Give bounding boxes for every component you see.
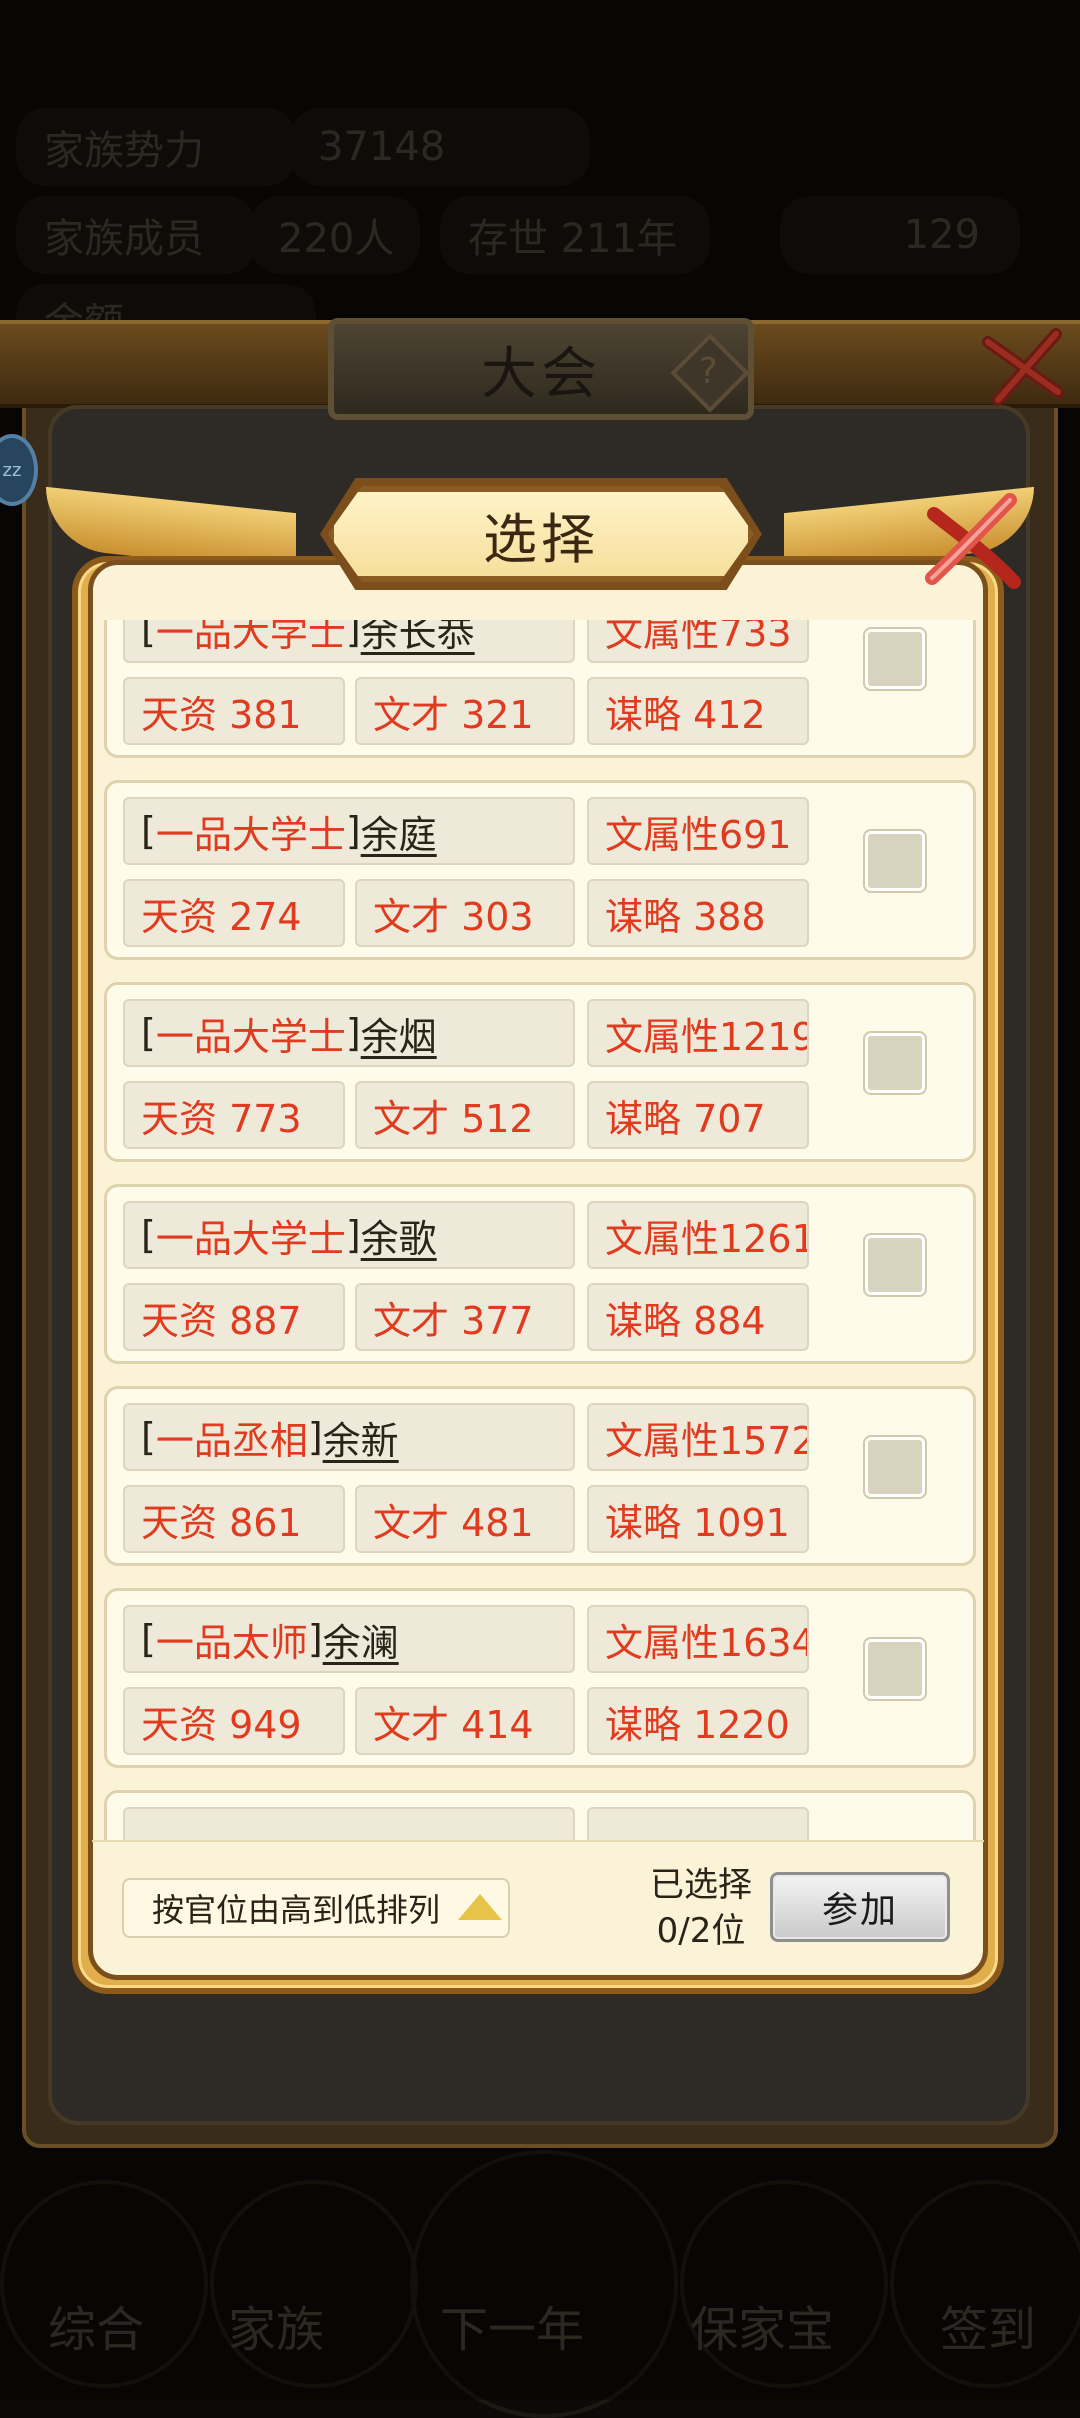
candidate-title: [一品丞相] 余新 bbox=[123, 1403, 575, 1471]
stat-literary: 文才 481 bbox=[355, 1485, 575, 1553]
stat-talent: 天资 887 bbox=[123, 1283, 345, 1351]
stat-talent: 天资 949 bbox=[123, 1687, 345, 1755]
dialog-title: 选择 bbox=[483, 507, 599, 571]
candidate-title: [一品大学士] 余烟 bbox=[123, 999, 575, 1067]
person-name-link[interactable]: 余烟 bbox=[361, 1006, 437, 1061]
literary-attribute: 文属性1219 bbox=[587, 999, 809, 1067]
stat-strategy: 谋略 412 bbox=[587, 677, 809, 745]
assembly-title: 大会 bbox=[481, 341, 601, 407]
person-name-link[interactable]: 余澜 bbox=[323, 1612, 399, 1667]
stat-talent: 天资 274 bbox=[123, 879, 345, 947]
stat-talent: 天资 381 bbox=[123, 677, 345, 745]
stat-strategy: 谋略 1091 bbox=[587, 1485, 809, 1553]
candidate-list[interactable]: [一品大学士] 余长恭 文属性733 天资 381 文才 321 谋略 412 [… bbox=[104, 620, 978, 1842]
candidate-card[interactable]: [一品大学士] 余烟 文属性1219 天资 773 文才 512 谋略 707 bbox=[104, 982, 976, 1162]
join-button[interactable]: 参加 bbox=[770, 1872, 950, 1942]
candidate-card[interactable]: [一品大学士] 余庭 文属性691 天资 274 文才 303 谋略 388 bbox=[104, 780, 976, 960]
select-checkbox[interactable] bbox=[865, 629, 925, 689]
literary-attribute: 文属性1572 bbox=[587, 1403, 809, 1471]
literary-attribute bbox=[587, 1807, 809, 1842]
selected-count-info: 已选择 0/2位 bbox=[636, 1862, 766, 1954]
candidate-card[interactable] bbox=[104, 1790, 976, 1842]
rank-label: 一品丞相 bbox=[155, 1418, 308, 1463]
stat-literary: 文才 414 bbox=[355, 1687, 575, 1755]
select-checkbox[interactable] bbox=[865, 1235, 925, 1295]
stat-literary: 文才 512 bbox=[355, 1081, 575, 1149]
candidate-card[interactable]: [一品太师] 余澜 文属性1634 天资 949 文才 414 谋略 1220 bbox=[104, 1588, 976, 1768]
candidate-title: [一品太师] 余澜 bbox=[123, 1605, 575, 1673]
sort-dropdown[interactable]: 按官位由高到低排列 bbox=[122, 1878, 510, 1938]
stat-strategy: 谋略 388 bbox=[587, 879, 809, 947]
select-checkbox[interactable] bbox=[865, 1639, 925, 1699]
stat-literary: 文才 377 bbox=[355, 1283, 575, 1351]
rank-label: 一品太师 bbox=[155, 1620, 308, 1665]
person-name-link[interactable]: 余长恭 bbox=[361, 620, 475, 657]
person-name-link[interactable]: 余新 bbox=[323, 1410, 399, 1465]
assembly-close-icon[interactable] bbox=[978, 322, 1068, 412]
stat-strategy: 谋略 1220 bbox=[587, 1687, 809, 1755]
dialog-title-plate: 选择 bbox=[328, 486, 754, 582]
stat-strategy: 谋略 707 bbox=[587, 1081, 809, 1149]
person-name-link[interactable]: 余歌 bbox=[361, 1208, 437, 1263]
select-checkbox[interactable] bbox=[865, 1437, 925, 1497]
stat-talent: 天资 773 bbox=[123, 1081, 345, 1149]
help-icon[interactable]: ? bbox=[688, 345, 728, 399]
candidate-title: [一品大学士] 余庭 bbox=[123, 797, 575, 865]
triangle-up-icon[interactable] bbox=[458, 1894, 502, 1920]
rank-label: 一品大学士 bbox=[155, 1216, 346, 1261]
rank-label: 一品大学士 bbox=[155, 1014, 346, 1059]
literary-attribute: 文属性1261 bbox=[587, 1201, 809, 1269]
stat-talent: 天资 861 bbox=[123, 1485, 345, 1553]
stat-literary: 文才 303 bbox=[355, 879, 575, 947]
stat-strategy: 谋略 884 bbox=[587, 1283, 809, 1351]
rank-label: 一品大学士 bbox=[155, 812, 346, 857]
person-name-link[interactable]: 余庭 bbox=[361, 804, 437, 859]
literary-attribute: 文属性733 bbox=[587, 620, 809, 663]
candidate-title: [一品大学士] 余长恭 bbox=[123, 620, 575, 663]
sort-label: 按官位由高到低排列 bbox=[152, 1891, 441, 1929]
candidate-title bbox=[123, 1807, 575, 1842]
stat-literary: 文才 321 bbox=[355, 677, 575, 745]
candidate-title: [一品大学士] 余歌 bbox=[123, 1201, 575, 1269]
select-checkbox[interactable] bbox=[865, 831, 925, 891]
literary-attribute: 文属性691 bbox=[587, 797, 809, 865]
join-button-label: 参加 bbox=[821, 1890, 898, 1931]
selected-label: 已选择 bbox=[650, 1865, 752, 1905]
candidate-card[interactable]: [一品丞相] 余新 文属性1572 天资 861 文才 481 谋略 1091 bbox=[104, 1386, 976, 1566]
selected-count: 0/2位 bbox=[656, 1911, 746, 1951]
candidate-card[interactable]: [一品大学士] 余长恭 文属性733 天资 381 文才 321 谋略 412 bbox=[104, 620, 976, 758]
candidate-card[interactable]: [一品大学士] 余歌 文属性1261 天资 887 文才 377 谋略 884 bbox=[104, 1184, 976, 1364]
select-checkbox[interactable] bbox=[865, 1033, 925, 1093]
close-icon[interactable] bbox=[912, 486, 1032, 596]
literary-attribute: 文属性1634 bbox=[587, 1605, 809, 1673]
rank-label: 一品大学士 bbox=[155, 620, 346, 655]
footer-divider bbox=[92, 1840, 984, 1842]
